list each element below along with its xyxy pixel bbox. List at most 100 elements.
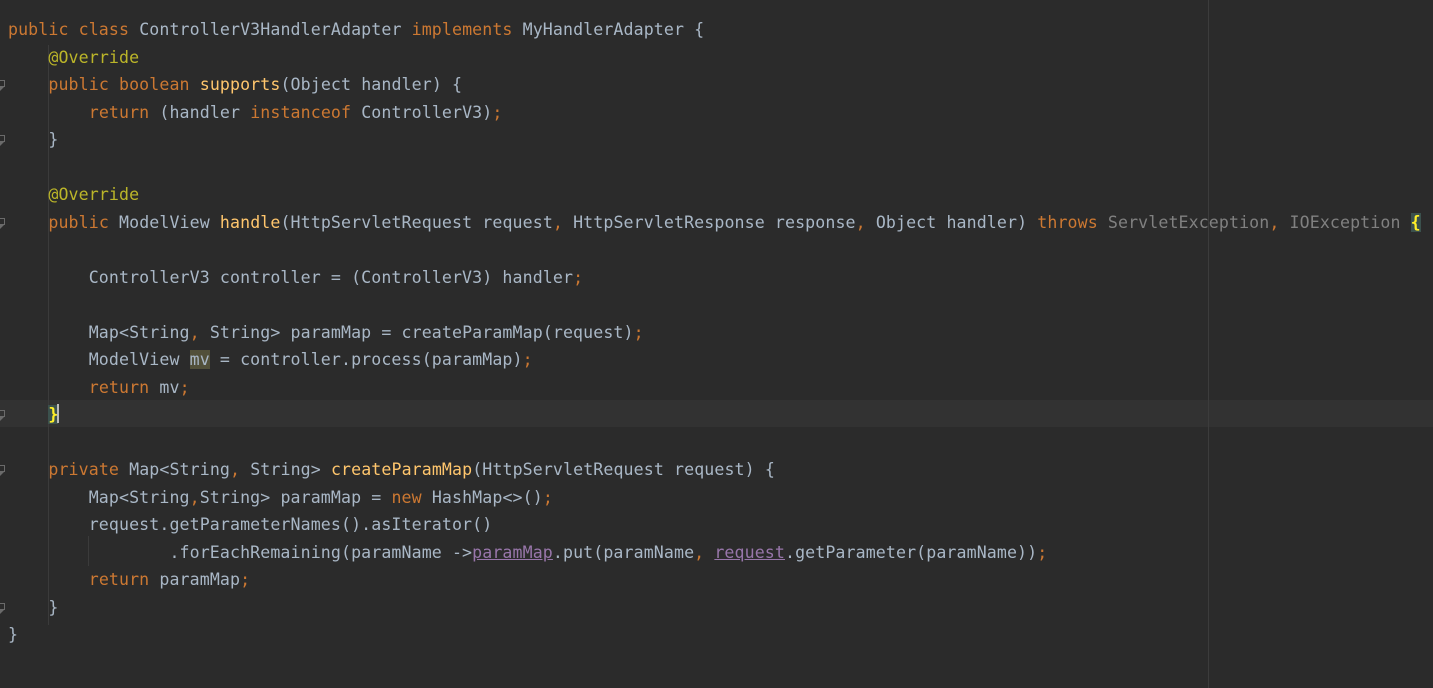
code-token: String> — [250, 460, 331, 479]
code-token: request.getParameterNames().asIterator() — [8, 515, 493, 534]
fold-marker-icon[interactable] — [0, 465, 6, 477]
code-line[interactable]: public boolean supports(Object handler) … — [8, 71, 462, 98]
code-line[interactable]: } — [8, 621, 18, 648]
code-token: , — [189, 322, 210, 342]
code-line[interactable]: return paramMap; — [8, 566, 250, 593]
code-line[interactable]: return mv; — [8, 374, 190, 401]
code-token: ; — [492, 102, 503, 122]
code-token: String> paramMap = — [199, 487, 392, 507]
code-token: throws — [1037, 212, 1108, 232]
fold-marker-icon[interactable] — [0, 218, 6, 230]
code-token: private — [48, 460, 130, 479]
code-line[interactable]: .forEachRemaining(paramName ->paramMap.p… — [8, 539, 1047, 566]
code-token: paramMap — [472, 542, 553, 562]
code-token: (Object handler) { — [280, 75, 463, 94]
code-line[interactable]: Map<String,String> paramMap = new HashMa… — [8, 484, 553, 511]
code-token: MyHandlerAdapter { — [522, 20, 705, 39]
code-token: , — [189, 487, 200, 507]
code-token: handle — [219, 212, 281, 232]
code-line[interactable]: public ModelView handle(HttpServletReque… — [8, 209, 1421, 236]
code-token: ; — [522, 350, 533, 369]
fold-marker-icon[interactable] — [0, 603, 6, 615]
code-token: @Override — [48, 47, 140, 67]
code-token: .forEachRemaining(paramName -> — [8, 542, 473, 562]
code-token: instanceof — [250, 102, 362, 122]
code-line[interactable]: return (handler instanceof ControllerV3)… — [8, 99, 503, 126]
code-token: ; — [633, 322, 644, 342]
code-token: , — [230, 460, 251, 479]
code-token: Map<String — [8, 487, 190, 507]
code-token: mv — [159, 377, 180, 397]
code-token: , — [694, 542, 715, 562]
code-line[interactable]: Map<String, String> paramMap = createPar… — [8, 319, 644, 346]
code-token: } — [8, 130, 59, 149]
code-token: ; — [1037, 542, 1048, 562]
current-line-highlight — [0, 400, 1433, 427]
code-token: } — [8, 625, 19, 644]
code-token: ModelView — [119, 212, 220, 232]
code-line[interactable]: } — [8, 401, 59, 428]
code-line[interactable]: public class ControllerV3HandlerAdapter … — [8, 16, 704, 43]
fold-marker-icon[interactable] — [0, 135, 6, 147]
code-token: mv — [189, 350, 210, 369]
code-token: (HttpServletRequest request) { — [472, 460, 775, 479]
code-token: public boolean — [48, 75, 200, 94]
fold-marker-icon[interactable] — [0, 80, 6, 92]
code-token: ; — [179, 377, 190, 397]
code-token: ; — [240, 570, 251, 589]
code-token: public class — [8, 20, 140, 39]
code-token: ServletException — [1107, 212, 1270, 232]
code-token: { — [1410, 212, 1421, 232]
code-token: (handler — [159, 102, 251, 122]
code-line[interactable]: @Override — [8, 44, 139, 71]
code-token: ; — [573, 267, 584, 287]
right-margin-guide — [1208, 0, 1209, 688]
code-token: IOException — [1289, 212, 1401, 232]
code-line[interactable]: } — [8, 126, 58, 153]
fold-marker-icon[interactable] — [0, 410, 6, 422]
code-token: return — [88, 570, 160, 589]
code-token: (HttpServletRequest request — [280, 212, 553, 232]
code-token: Object handler) — [875, 212, 1038, 232]
text-caret — [57, 404, 59, 423]
code-line[interactable]: @Override — [8, 181, 139, 208]
code-token: createParamMap — [330, 460, 473, 479]
code-token: , — [1269, 212, 1290, 232]
code-line[interactable]: } — [8, 594, 58, 621]
code-token: .getParameter(paramName)) — [784, 542, 1038, 562]
code-token: HttpServletResponse response — [573, 212, 856, 232]
code-line[interactable]: private Map<String, String> createParamM… — [8, 456, 775, 483]
code-token: ModelView — [8, 350, 190, 369]
code-token: String> paramMap = createParamMap(reques… — [209, 322, 634, 342]
code-token: return — [88, 102, 160, 122]
code-editor[interactable]: public class ControllerV3HandlerAdapter … — [0, 0, 1433, 688]
code-token: ControllerV3 controller = (ControllerV3)… — [8, 267, 574, 287]
code-token: implements — [411, 20, 523, 39]
code-token: supports — [199, 75, 281, 94]
code-token: , — [552, 212, 574, 232]
code-token: ControllerV3HandlerAdapter — [139, 20, 412, 39]
code-token: , — [855, 212, 876, 232]
code-line[interactable]: ControllerV3 controller = (ControllerV3)… — [8, 264, 583, 291]
code-line[interactable]: request.getParameterNames().asIterator() — [8, 511, 493, 538]
code-token: ControllerV3) — [361, 102, 493, 122]
code-token: Map<String — [8, 322, 190, 342]
code-token: Map<String — [129, 460, 231, 479]
code-token: HashMap<>() — [431, 487, 543, 507]
code-token: request — [714, 542, 785, 562]
code-token: .put(paramName — [552, 542, 695, 562]
code-line[interactable]: ModelView mv = controller.process(paramM… — [8, 346, 533, 373]
code-token: = controller.process(paramMap) — [209, 350, 523, 369]
code-token: ; — [542, 487, 553, 507]
code-token: return — [88, 377, 160, 397]
code-token: paramMap — [159, 570, 241, 589]
